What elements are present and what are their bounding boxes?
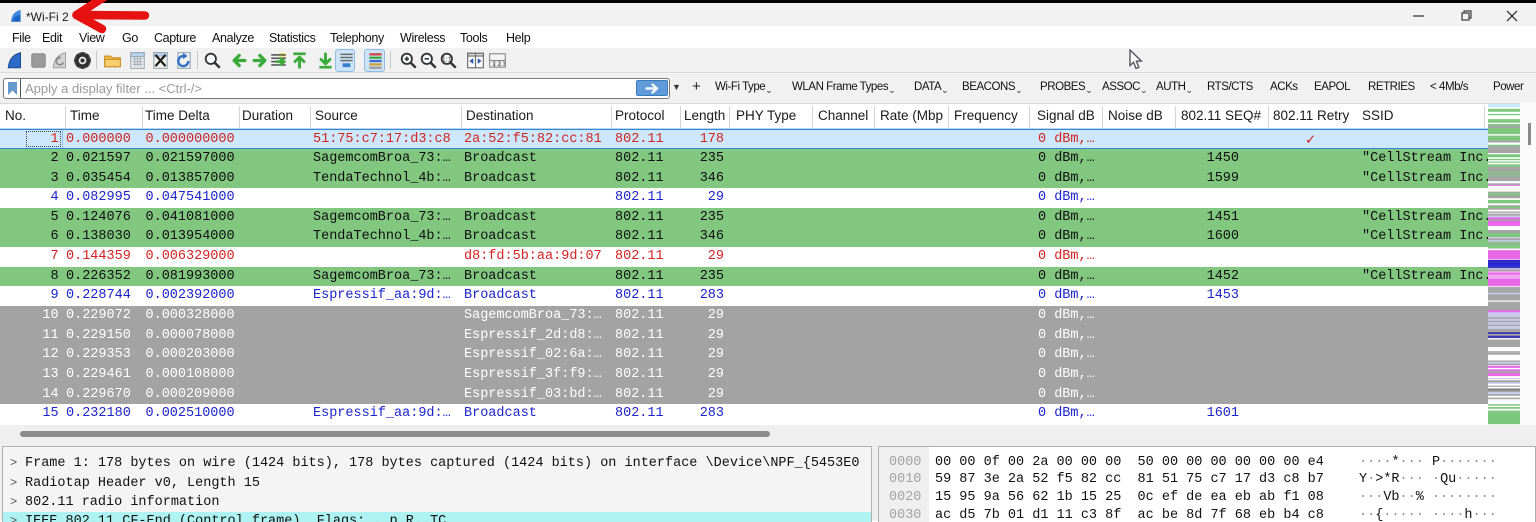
svg-text:3: 3 [502, 61, 506, 68]
svg-text:1: 1 [492, 61, 496, 68]
svg-text:1:1: 1:1 [442, 54, 452, 63]
svg-text:2: 2 [497, 61, 501, 68]
